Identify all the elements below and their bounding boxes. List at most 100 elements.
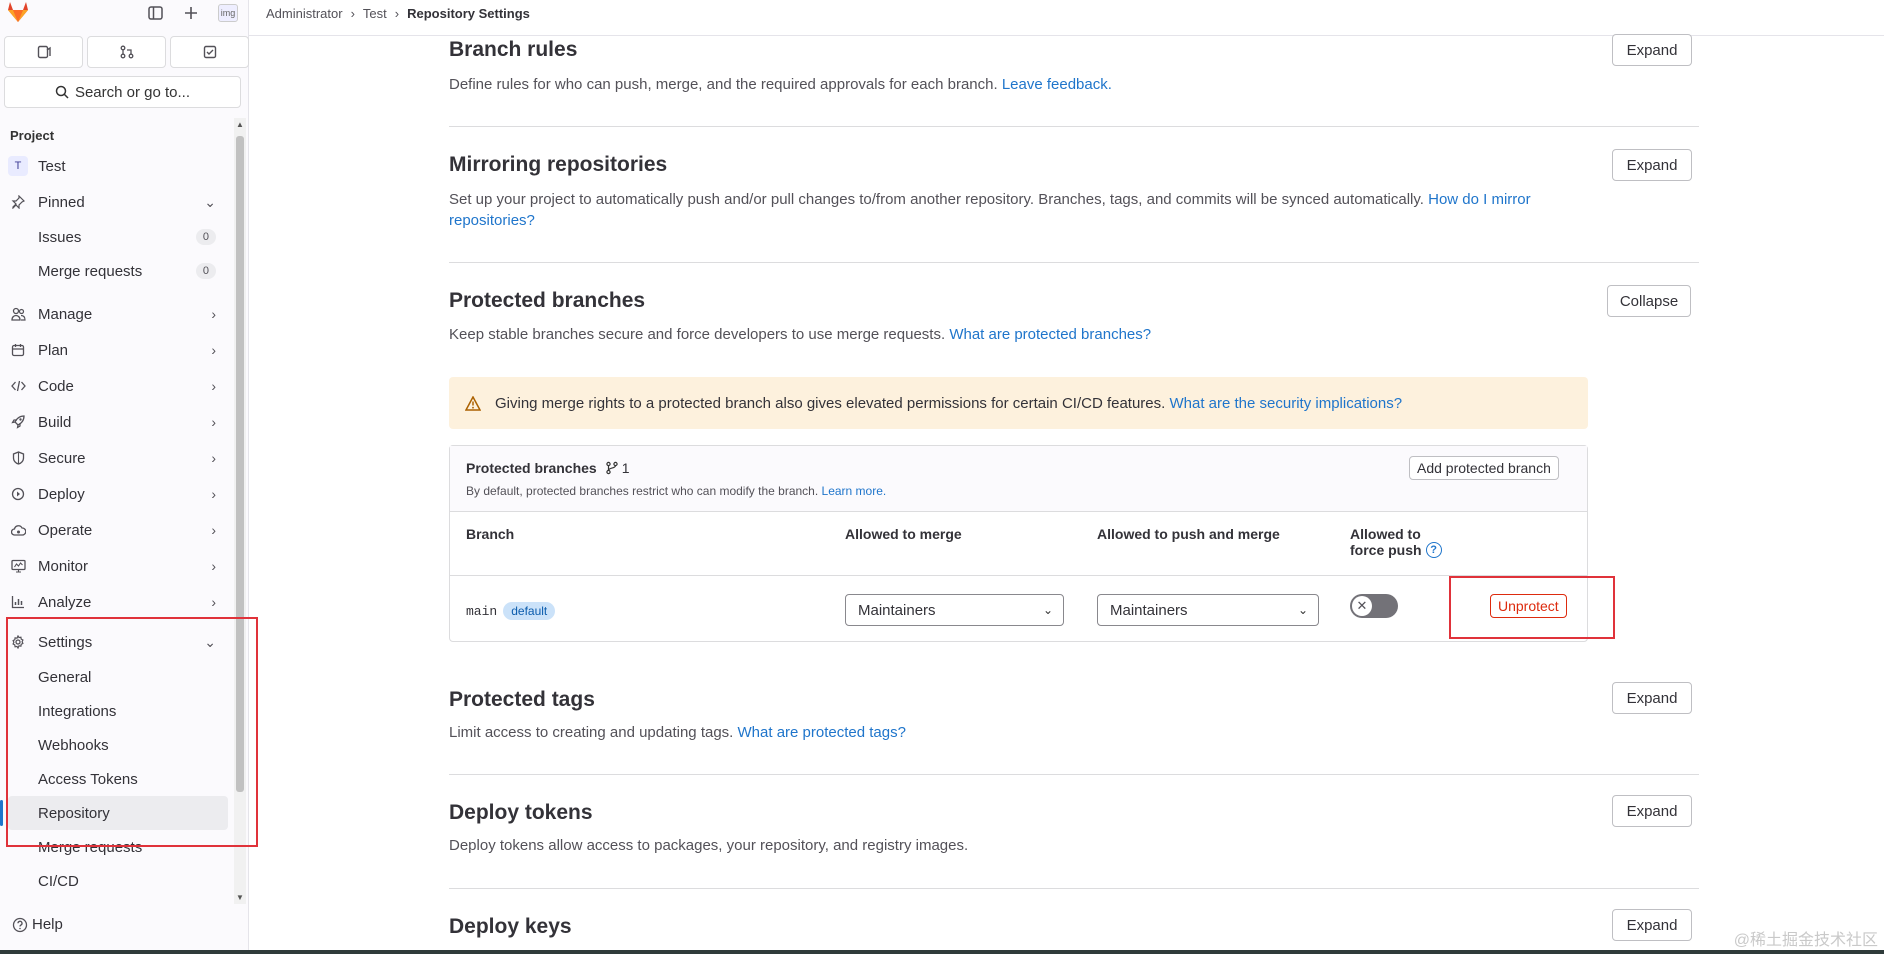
- sidebar-item-merge-requests[interactable]: Merge requests 0: [0, 254, 248, 288]
- sidebar-item-label: CI/CD: [38, 872, 79, 890]
- assigned-issues-button[interactable]: [4, 36, 83, 68]
- project-name: Test: [38, 157, 66, 175]
- gitlab-logo-icon[interactable]: [5, 0, 31, 24]
- protected-branches-collapse-button[interactable]: Collapse: [1607, 285, 1691, 317]
- section-title: Mirroring repositories: [449, 153, 668, 176]
- card-title: Protected branches 1: [466, 460, 630, 476]
- mirroring-expand-button[interactable]: Expand: [1612, 149, 1692, 181]
- issues-icon: [37, 45, 51, 59]
- project-avatar: T: [8, 156, 28, 176]
- learn-more-link[interactable]: Learn more.: [822, 484, 887, 498]
- create-new-plus-icon[interactable]: [182, 4, 200, 22]
- sidebar-item-issues[interactable]: Issues 0: [0, 220, 248, 254]
- section-description: Deploy tokens allow access to packages, …: [449, 837, 969, 854]
- column-header-force-push-line2: force push: [1350, 542, 1422, 558]
- section-description: Keep stable branches secure and force de…: [449, 324, 1549, 345]
- deploy-icon: [10, 486, 26, 502]
- sidebar-item-label: Plan: [38, 341, 69, 359]
- section-description-text: Define rules for who can push, merge, an…: [449, 76, 998, 93]
- column-header-force-push: Allowed to force push ?: [1350, 526, 1442, 558]
- add-protected-branch-button[interactable]: Add protected branch: [1409, 456, 1559, 480]
- chevron-right-icon: ›: [211, 450, 216, 466]
- todos-shortcut-button[interactable]: [170, 36, 249, 68]
- section-mirroring: Mirroring repositories Set up your proje…: [449, 127, 1699, 263]
- help-button[interactable]: Help: [12, 916, 63, 933]
- section-deploy-keys: Deploy keys Expand: [449, 889, 1699, 949]
- section-protected-tags: Protected tags Limit access to creating …: [449, 667, 1699, 775]
- section-title: Protected branches: [449, 289, 646, 312]
- highlight-box-unprotect: [1449, 576, 1615, 639]
- sidebar-item-secure[interactable]: Secure ›: [0, 440, 248, 476]
- sidebar-item-label: Manage: [38, 305, 93, 323]
- scroll-down-arrow-icon[interactable]: ▼: [236, 893, 244, 902]
- help-icon: [12, 917, 28, 932]
- shield-icon: [10, 450, 26, 466]
- sidebar-item-deploy[interactable]: Deploy ›: [0, 476, 248, 512]
- highlight-box-settings: [6, 617, 258, 847]
- scroll-up-arrow-icon[interactable]: ▲: [236, 120, 244, 129]
- sidebar-pinned-label: Pinned: [38, 193, 85, 211]
- protected-tags-expand-button[interactable]: Expand: [1612, 682, 1692, 714]
- sidebar-top: img: [0, 0, 248, 36]
- leave-feedback-link[interactable]: Leave feedback.: [1002, 76, 1112, 93]
- merge-request-icon: [120, 45, 133, 59]
- sidebar-item-label: Code: [38, 377, 74, 395]
- sidebar-item-label: Deploy: [38, 485, 85, 503]
- card-subtitle-text: By default, protected branches restrict …: [466, 484, 819, 498]
- sidebar-item-monitor[interactable]: Monitor ›: [0, 548, 248, 584]
- column-header-allowed-to-push: Allowed to push and merge: [1097, 526, 1280, 542]
- force-push-toggle[interactable]: ✕: [1350, 594, 1398, 618]
- deploy-tokens-expand-button[interactable]: Expand: [1612, 795, 1692, 827]
- chevron-right-icon: ›: [211, 306, 216, 322]
- section-description-text: Set up your project to automatically pus…: [449, 191, 1424, 208]
- security-warning-alert: Giving merge rights to a protected branc…: [449, 377, 1588, 429]
- sidebar-project-test[interactable]: T Test: [0, 148, 248, 184]
- sidebar-item-label: Analyze: [38, 593, 92, 611]
- protected-branches-help-link[interactable]: What are protected branches?: [949, 326, 1151, 343]
- default-badge: default: [503, 602, 556, 620]
- card-title-text: Protected branches: [466, 460, 597, 476]
- force-push-help-icon[interactable]: ?: [1425, 542, 1442, 558]
- section-description-text: Keep stable branches secure and force de…: [449, 326, 946, 343]
- section-description: Set up your project to automatically pus…: [449, 189, 1539, 231]
- column-header-force-push-line1: Allowed to: [1350, 526, 1421, 542]
- column-header-allowed-to-merge: Allowed to merge: [845, 526, 962, 542]
- breadcrumb-test[interactable]: Test: [363, 6, 387, 21]
- sidebar-pinned[interactable]: Pinned ⌄: [0, 184, 248, 220]
- row-divider: [450, 575, 1587, 576]
- breadcrumb-separator-icon: ›: [394, 5, 400, 21]
- sidebar-item-plan[interactable]: Plan ›: [0, 332, 248, 368]
- breadcrumb: Administrator › Test › Repository Settin…: [266, 4, 530, 22]
- cloud-gear-icon: [10, 522, 26, 538]
- branch-name[interactable]: main: [466, 604, 497, 619]
- chevron-right-icon: ›: [211, 342, 216, 358]
- sidebar-item-code[interactable]: Code ›: [0, 368, 248, 404]
- security-implications-link[interactable]: What are the security implications?: [1169, 395, 1402, 412]
- sidebar-item-operate[interactable]: Operate ›: [0, 512, 248, 548]
- search-button[interactable]: Search or go to...: [4, 76, 241, 108]
- sidebar-toggle-icon[interactable]: [146, 4, 164, 22]
- chevron-down-icon: ⌄: [204, 193, 216, 210]
- branch-rules-expand-button[interactable]: Expand: [1612, 34, 1692, 66]
- section-description-text: Limit access to creating and updating ta…: [449, 724, 734, 741]
- sidebar-shortcuts: [4, 36, 249, 68]
- protected-tags-help-link[interactable]: What are protected tags?: [738, 724, 906, 741]
- sidebar-item-cicd[interactable]: CI/CD: [0, 864, 248, 898]
- sidebar-item-label: Merge requests: [38, 262, 143, 280]
- taskbar-strip: [0, 950, 1884, 954]
- warning-icon: [465, 395, 481, 411]
- user-avatar[interactable]: img: [218, 4, 238, 22]
- section-deploy-tokens: Deploy tokens Deploy tokens allow access…: [449, 775, 1699, 889]
- chevron-right-icon: ›: [211, 594, 216, 610]
- sidebar-item-build[interactable]: Build ›: [0, 404, 248, 440]
- sidebar-item-analyze[interactable]: Analyze ›: [0, 584, 248, 620]
- breadcrumb-administrator[interactable]: Administrator: [266, 6, 343, 21]
- allowed-to-merge-dropdown[interactable]: Maintainers ⌄: [845, 594, 1064, 626]
- allowed-to-push-dropdown[interactable]: Maintainers ⌄: [1097, 594, 1319, 626]
- chart-icon: [10, 594, 26, 610]
- deploy-keys-expand-button[interactable]: Expand: [1612, 909, 1692, 941]
- merge-requests-shortcut-button[interactable]: [87, 36, 166, 68]
- sidebar-item-manage[interactable]: Manage ›: [0, 296, 248, 332]
- section-title: Protected tags: [449, 688, 595, 711]
- branch-count-value: 1: [621, 460, 630, 476]
